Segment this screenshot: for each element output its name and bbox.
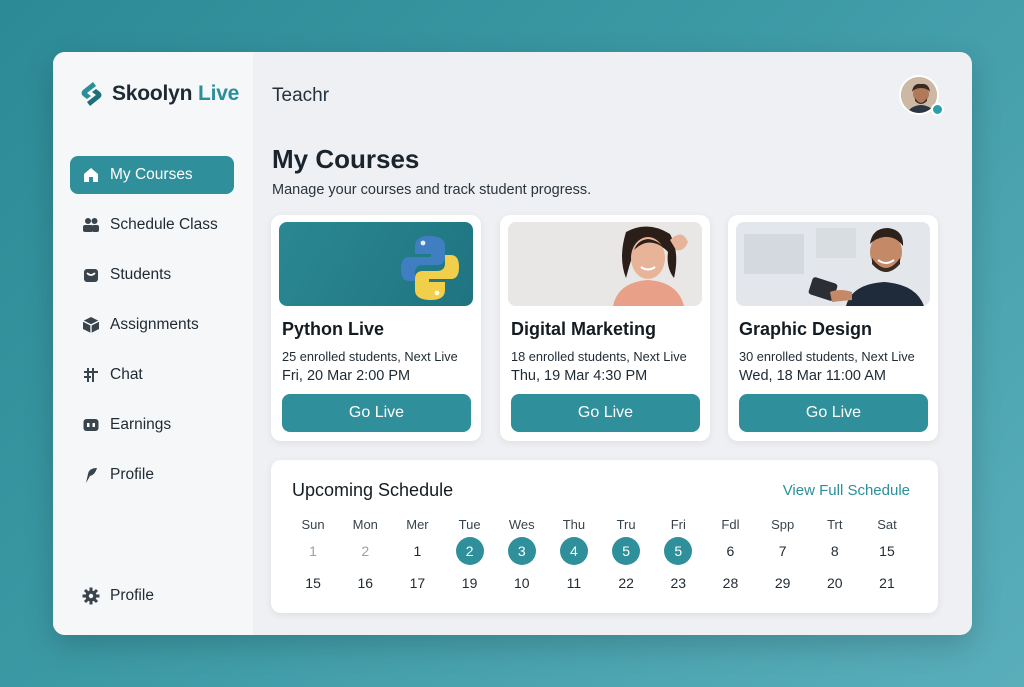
sidebar-item-profile[interactable]: Profile [70, 456, 234, 494]
sidebar-item-label: Chat [110, 366, 143, 383]
calendar-day[interactable]: 29 [757, 569, 809, 597]
course-title: Graphic Design [739, 319, 873, 339]
app-window: Skoolyn Live My Courses Schedule Class S… [53, 52, 972, 635]
home-icon [84, 168, 98, 182]
sidebar-item-earnings[interactable]: Earnings [70, 406, 234, 444]
student-icon [84, 269, 98, 282]
header-title: Teachr [272, 85, 330, 106]
sidebar-nav: My Courses Schedule Class Students Assig… [70, 156, 234, 506]
instructor-photo [736, 222, 930, 306]
calendar-day[interactable]: 10 [496, 569, 548, 597]
view-full-schedule-link[interactable]: View Full Schedule [783, 482, 910, 499]
sidebar-item-chat[interactable]: Chat [70, 356, 234, 394]
instructor-photo [508, 222, 702, 306]
sidebar-item-profile-settings[interactable]: Profile [70, 577, 234, 615]
calendar-day-scheduled[interactable]: 2 [444, 537, 496, 565]
calendar-week-row: 15 16 17 19 10 11 22 23 28 29 20 21 [287, 569, 913, 597]
calendar-day[interactable]: 1 [287, 537, 339, 565]
sidebar-item-my-courses[interactable]: My Courses [70, 156, 234, 194]
weekday-label: Tru [616, 516, 636, 532]
sidebar-item-label: Students [110, 266, 172, 283]
page-title: My Courses [272, 144, 420, 174]
weekday-label: Mer [406, 516, 429, 532]
brand[interactable]: Skoolyn Live [79, 80, 239, 108]
calendar-day[interactable]: 15 [861, 537, 913, 565]
course-next-live: Wed, 18 Mar 11:00 AM [739, 368, 886, 384]
calendar-day[interactable]: 7 [757, 537, 809, 565]
python-logo-icon [401, 236, 459, 300]
course-thumbnail [736, 222, 930, 306]
course-title: Digital Marketing [511, 319, 657, 339]
calendar-day[interactable]: 15 [287, 569, 339, 597]
calendar-day[interactable]: 20 [809, 569, 861, 597]
sidebar-item-label: Assignments [110, 316, 199, 333]
sidebar: Skoolyn Live My Courses Schedule Class S… [53, 52, 253, 635]
upcoming-schedule-panel: Upcoming Schedule View Full Schedule Sun… [271, 460, 938, 613]
course-card-digital-marketing: Digital Marketing 18 enrolled students, … [500, 215, 710, 441]
weekday-label: Spp [771, 516, 795, 532]
schedule-title: Upcoming Schedule [292, 480, 454, 500]
calendar-day[interactable]: 21 [861, 569, 913, 597]
calendar-day-scheduled[interactable]: 3 [496, 537, 548, 565]
sidebar-item-label: Profile [110, 587, 154, 604]
go-live-button[interactable]: Go Live [282, 394, 471, 432]
calendar-day[interactable]: 1 [391, 537, 443, 565]
course-next-live: Thu, 19 Mar 4:30 PM [511, 368, 648, 384]
brand-name: Skoolyn Live [112, 82, 240, 105]
weekday-label: Tue [458, 516, 481, 532]
calendar-day[interactable]: 16 [339, 569, 391, 597]
calendar-week-row: 1 2 1 2 3 4 5 5 6 7 8 15 [287, 537, 913, 565]
sidebar-item-label: Earnings [110, 416, 172, 433]
calendar-day[interactable]: 22 [600, 569, 652, 597]
sidebar-footer: Profile [70, 577, 234, 627]
sidebar-item-label: Profile [110, 466, 154, 483]
sidebar-item-label: My Courses [110, 166, 193, 183]
wallet-icon [83, 419, 99, 431]
calendar-day[interactable]: 23 [652, 569, 704, 597]
calendar-day[interactable]: 17 [391, 569, 443, 597]
weekday-label: Thu [562, 516, 586, 532]
course-enrollment: 25 enrolled students, Next Live [282, 349, 458, 364]
sidebar-item-students[interactable]: Students [70, 256, 234, 294]
calendar-day-scheduled[interactable]: 5 [652, 537, 704, 565]
course-next-live: Fri, 20 Mar 2:00 PM [282, 368, 411, 384]
users-icon [83, 218, 99, 232]
brand-logo-icon [81, 82, 102, 106]
go-live-button[interactable]: Go Live [739, 394, 928, 432]
gear-icon [82, 587, 100, 605]
calendar-day[interactable]: 2 [339, 537, 391, 565]
weekday-label: Wes [508, 516, 535, 532]
sidebar-item-assignments[interactable]: Assignments [70, 306, 234, 344]
online-status-dot [931, 103, 944, 116]
main-content: Teachr My Courses Manage your courses an… [253, 52, 972, 635]
weekday-label: Sat [877, 516, 897, 532]
weekday-label: Mon [352, 516, 378, 532]
calendar-day[interactable]: 11 [548, 569, 600, 597]
sidebar-item-schedule-class[interactable]: Schedule Class [70, 206, 234, 244]
go-live-button[interactable]: Go Live [511, 394, 700, 432]
course-title: Python Live [282, 319, 385, 339]
course-thumbnail [508, 222, 702, 306]
weekday-label: Trt [827, 516, 843, 532]
page-subtitle: Manage your courses and track student pr… [272, 182, 592, 198]
calendar-day[interactable]: 19 [444, 569, 496, 597]
weekday-label: Sun [301, 516, 325, 532]
calendar-day[interactable]: 28 [704, 569, 756, 597]
calendar-day[interactable]: 8 [809, 537, 861, 565]
weekday-label: Fdl [721, 516, 740, 532]
course-thumbnail [279, 222, 473, 306]
calendar-day[interactable]: 6 [704, 537, 756, 565]
calendar-day-scheduled[interactable]: 5 [600, 537, 652, 565]
course-enrollment: 30 enrolled students, Next Live [739, 349, 915, 364]
course-card-graphic-design: Graphic Design 30 enrolled students, Nex… [728, 215, 938, 441]
weekday-label: Fri [670, 516, 686, 532]
box-icon [82, 317, 100, 333]
flag-icon [86, 468, 97, 483]
calendar-day-scheduled[interactable]: 4 [548, 537, 600, 565]
course-enrollment: 18 enrolled students, Next Live [511, 349, 687, 364]
course-card-python: Python Live 25 enrolled students, Next L… [271, 215, 481, 441]
calendar-weekday-header: Sun Mon Mer Tue Wes Thu Tru Fri Fdl Spp … [287, 514, 913, 534]
sidebar-item-label: Schedule Class [110, 216, 218, 233]
chat-icon [84, 368, 98, 382]
